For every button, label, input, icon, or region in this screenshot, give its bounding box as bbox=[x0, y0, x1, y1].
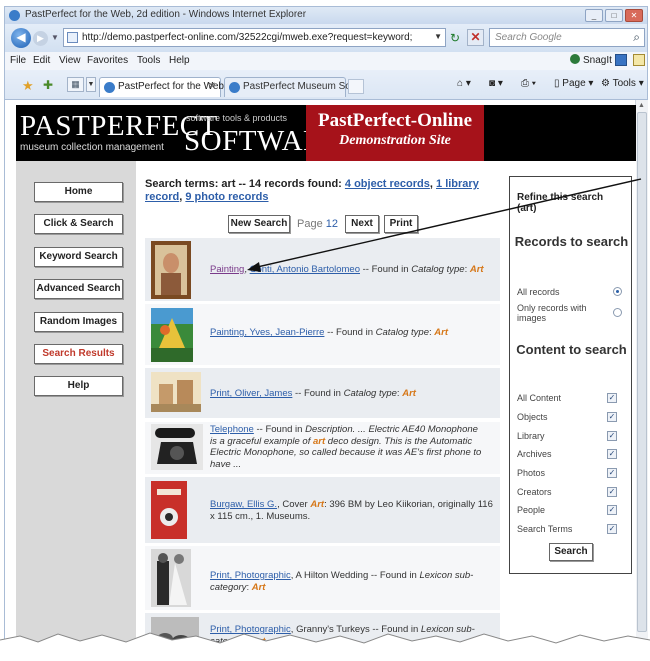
ie-page-icon bbox=[104, 82, 115, 93]
tools-menu[interactable]: ⚙ Tools ▾ bbox=[601, 78, 644, 89]
close-tab-icon[interactable]: ✕ bbox=[208, 81, 216, 92]
history-dropdown-icon[interactable]: ▼ bbox=[51, 33, 59, 42]
snagit-button[interactable]: SnagIt bbox=[570, 54, 612, 66]
tab-pastperfect-museum[interactable]: PastPerfect Museum Soft... bbox=[224, 77, 365, 97]
window-title: PastPerfect for the Web, 2d edition - Wi… bbox=[25, 9, 307, 20]
minimize-icon[interactable]: _ bbox=[585, 9, 603, 22]
url-text: http://demo.pastperfect-online.com/32522… bbox=[82, 32, 412, 43]
google-search-placeholder: Search Google bbox=[495, 32, 562, 43]
page-icon bbox=[67, 32, 78, 43]
favorites-star-icon[interactable]: ★ bbox=[22, 78, 34, 94]
menu-view[interactable]: View bbox=[59, 55, 81, 66]
back-button[interactable]: ◀ bbox=[11, 28, 31, 48]
ie-page-icon bbox=[229, 82, 240, 93]
maximize-icon[interactable]: □ bbox=[605, 9, 623, 22]
address-bar: ◀ ▶ ▼ http://demo.pastperfect-online.com… bbox=[4, 24, 648, 52]
add-favorite-icon[interactable]: ✚ bbox=[43, 78, 53, 92]
menu-tools[interactable]: Tools bbox=[137, 55, 160, 66]
tools-menu-label: Tools bbox=[612, 78, 636, 89]
tab-pastperfect-web[interactable]: PastPerfect for the Web... ✕ bbox=[99, 77, 232, 97]
quick-tabs-icon[interactable]: ▦ bbox=[67, 77, 84, 92]
refresh-icon[interactable]: ↻ bbox=[450, 31, 460, 45]
google-search-field[interactable]: Search Google ⌕ bbox=[489, 28, 645, 47]
tab-list-dropdown-icon[interactable]: ▼ bbox=[86, 77, 96, 92]
stop-icon[interactable]: ✕ bbox=[467, 29, 484, 46]
menu-favorites[interactable]: Favorites bbox=[87, 55, 128, 66]
snagit-capture-icon[interactable] bbox=[615, 54, 627, 66]
tab-label: PastPerfect Museum Soft... bbox=[243, 81, 365, 92]
forward-button[interactable]: ▶ bbox=[33, 31, 48, 46]
feeds-icon[interactable]: ◙ ▾ bbox=[489, 78, 503, 89]
torn-edge-decoration bbox=[0, 632, 650, 661]
url-dropdown-icon[interactable]: ▼ bbox=[434, 32, 442, 41]
ie-logo-icon bbox=[9, 10, 20, 21]
menu-edit[interactable]: Edit bbox=[33, 55, 50, 66]
new-tab-button[interactable] bbox=[348, 79, 364, 94]
tab-bar: ★ ✚ ▦ ▼ PastPerfect for the Web... ✕ Pas… bbox=[4, 70, 648, 100]
menu-file[interactable]: File bbox=[10, 55, 26, 66]
window-title-bar: PastPerfect for the Web, 2d edition - Wi… bbox=[4, 6, 648, 24]
window-controls: _ □ ✕ bbox=[585, 9, 643, 22]
page-viewport: ▲ PASTPERFECT software tools & products … bbox=[4, 100, 648, 661]
home-icon[interactable]: ⌂ ▾ bbox=[457, 78, 471, 89]
page-menu[interactable]: ▯ Page ▾ bbox=[554, 78, 593, 89]
search-icon[interactable]: ⌕ bbox=[633, 30, 640, 45]
close-icon[interactable]: ✕ bbox=[625, 9, 643, 22]
url-field[interactable]: http://demo.pastperfect-online.com/32522… bbox=[63, 28, 446, 47]
annotation-arrow-icon bbox=[247, 178, 642, 272]
menu-help[interactable]: Help bbox=[169, 55, 190, 66]
page-menu-label: Page bbox=[562, 78, 586, 89]
snagit-editor-icon[interactable] bbox=[633, 54, 645, 66]
menu-bar: File Edit View Favorites Tools Help Snag… bbox=[4, 52, 648, 70]
print-icon[interactable]: ⎙ ▾ bbox=[521, 78, 536, 89]
